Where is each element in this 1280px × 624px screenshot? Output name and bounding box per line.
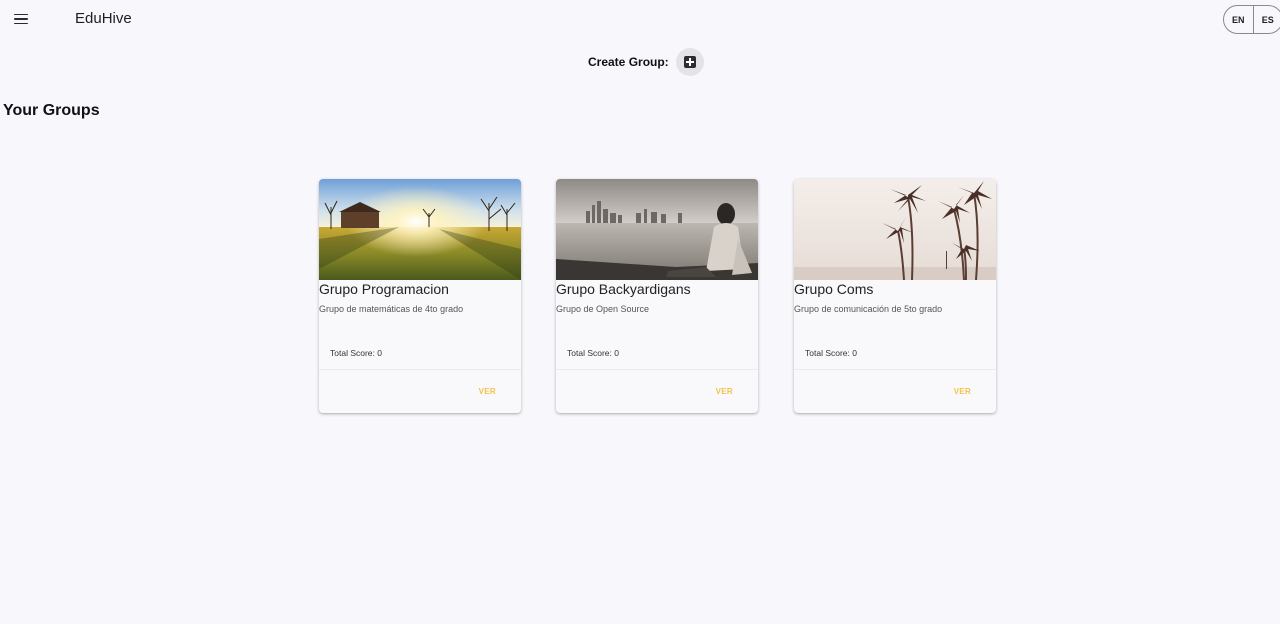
hamburger-menu-icon[interactable] — [11, 9, 31, 29]
card-divider — [556, 369, 758, 370]
card-score: Total Score: 0 — [330, 348, 382, 358]
card-title: Grupo Programacion — [319, 281, 449, 297]
add-box-icon — [683, 56, 696, 68]
view-group-button[interactable]: VER — [954, 387, 971, 396]
group-card: Grupo Backyardigans Grupo de Open Source… — [556, 179, 758, 413]
card-description: Grupo de comunicación de 5to grado — [794, 304, 943, 314]
language-es-button[interactable]: ES — [1254, 6, 1280, 33]
language-en-button[interactable]: EN — [1224, 6, 1254, 33]
card-description: Grupo de matemáticas de 4to grado — [319, 304, 464, 314]
view-group-button[interactable]: VER — [716, 387, 733, 396]
card-description: Grupo de Open Source — [556, 304, 650, 314]
card-title: Grupo Coms — [794, 281, 874, 297]
create-group-label: Create Group: — [588, 55, 669, 69]
card-score: Total Score: 0 — [805, 348, 857, 358]
farm-sunset-image — [319, 179, 521, 280]
group-card: Grupo Coms Grupo de comunicación de 5to … — [794, 179, 996, 413]
card-score: Total Score: 0 — [567, 348, 619, 358]
top-app-bar: EduHive EN ES — [0, 0, 1280, 38]
group-card: Grupo Programacion Grupo de matemáticas … — [319, 179, 521, 413]
create-group-button[interactable] — [675, 48, 704, 76]
city-lakeshore-image — [556, 179, 758, 280]
create-group-row: Create Group: — [588, 48, 704, 76]
card-divider — [794, 369, 996, 370]
language-toggle: EN ES — [1223, 5, 1280, 34]
view-group-button[interactable]: VER — [479, 387, 496, 396]
palm-trees-image — [794, 179, 996, 280]
card-divider — [319, 369, 521, 370]
app-title: EduHive — [75, 10, 132, 27]
section-title: Your Groups — [3, 102, 100, 119]
card-title: Grupo Backyardigans — [556, 281, 691, 297]
